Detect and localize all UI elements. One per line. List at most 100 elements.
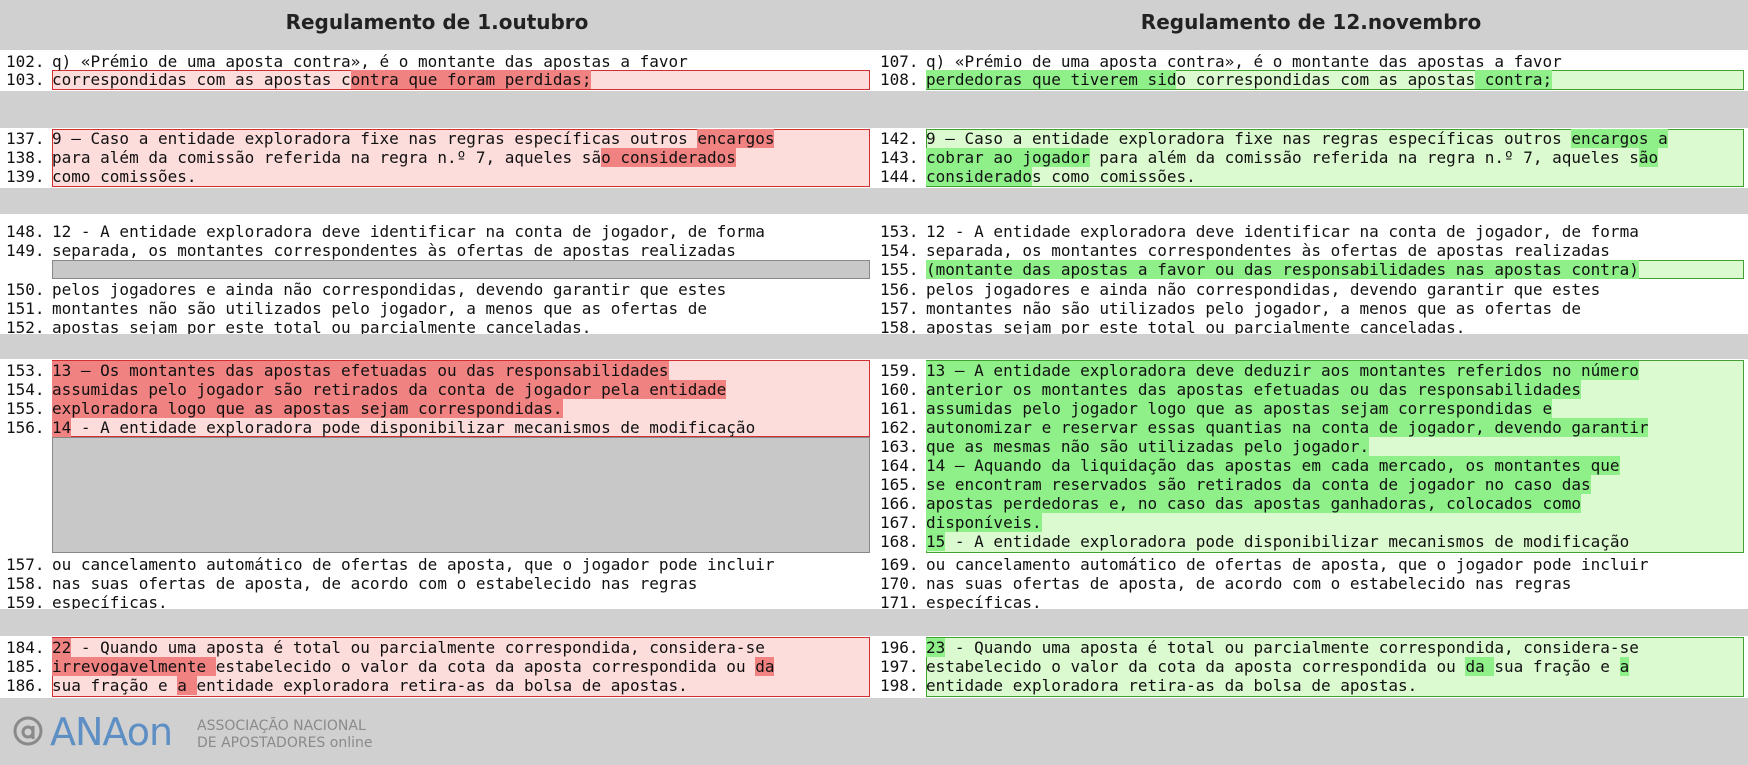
line-text: autonomizar e reservar essas quantias na… xyxy=(926,418,1649,437)
diff-line-added: 163. que as mesmas não são utilizadas pel… xyxy=(874,437,1748,456)
line-number: 162. xyxy=(880,418,919,437)
line-text: irrevogavelmente estabelecido o valor da… xyxy=(52,657,775,676)
diff-line-added: 144. considerados como comissões. xyxy=(874,167,1748,186)
header: Regulamento de 1.outubro Regulamento de … xyxy=(0,0,1748,50)
line-number: 159. xyxy=(6,593,45,609)
line-text: montantes não são utilizados pelo jogado… xyxy=(926,299,1582,318)
diff-line-removed: 156. 14 - A entidade exploradora pode dis… xyxy=(0,418,874,437)
line-text: considerados como comissões. xyxy=(926,167,1196,186)
added-text-highlight: ão xyxy=(1638,148,1659,167)
right-pane: 196. 23 - Quando uma aposta é total ou pa… xyxy=(874,636,1748,698)
left-pane: 153. 13 – Os montantes das apostas efetua… xyxy=(0,359,874,609)
removed-text-highlight: – Os montantes das apostas efetuadas ou … xyxy=(71,361,669,380)
line-text: assumidas pelo jogador logo que as apost… xyxy=(926,399,1553,418)
line-text: 23 - Quando uma aposta é total ou parcia… xyxy=(926,638,1639,657)
line-number: 150. xyxy=(6,280,45,299)
diff-line-added: 167. disponíveis. xyxy=(874,513,1748,532)
line-text: 22 - Quando uma aposta é total ou parcia… xyxy=(52,638,765,657)
removed-text-highlight: 14 xyxy=(52,418,72,437)
line-number: 165. xyxy=(880,475,919,494)
diff-line-added: 196. 23 - Quando uma aposta é total ou pa… xyxy=(874,638,1748,657)
line-number: 148. xyxy=(6,222,45,241)
line-number: 103. xyxy=(6,70,45,89)
added-text-highlight: a xyxy=(1619,657,1630,676)
diff-line-removed: 186. sua fração e a entidade exploradora … xyxy=(0,676,874,695)
line-number: 154. xyxy=(880,241,919,260)
diff-line-added: 162. autonomizar e reservar essas quantia… xyxy=(874,418,1748,437)
diff-hunk: 102. q) «Prémio de uma aposta contra», é … xyxy=(0,50,1748,91)
added-text-highlight: contra; xyxy=(1475,70,1553,89)
line-text: 12 - A entidade exploradora deve identif… xyxy=(52,222,765,241)
diff-line: 169. ou cancelamento automático de oferta… xyxy=(874,555,1748,574)
line-text: estabelecido o valor da cota da aposta c… xyxy=(926,657,1630,676)
removed-text-highlight: assumidas pelo jogador são retirados da … xyxy=(52,380,727,399)
line-number: 196. xyxy=(880,638,919,657)
diff-line-added: 161. assumidas pelo jogador logo que as a… xyxy=(874,399,1748,418)
brand-logo-subtitle: ASSOCIAÇÃO NACIONAL DE APOSTADORES onlin… xyxy=(197,718,372,752)
removed-text-highlight: 13 xyxy=(52,361,72,380)
line-text: ou cancelamento automático de ofertas de… xyxy=(926,555,1649,574)
removed-text-highlight: 22 xyxy=(52,638,72,657)
line-text: perdedoras que tiverem sido correspondid… xyxy=(926,70,1553,89)
line-text: anterior os montantes das apostas efetua… xyxy=(926,380,1582,399)
diff-line-added: 197. estabelecido o valor da cota da apos… xyxy=(874,657,1748,676)
line-number: 164. xyxy=(880,456,919,475)
removed-text-highlight: irrevogavelmente xyxy=(52,657,216,676)
brand-subtitle-line-1: ASSOCIAÇÃO NACIONAL xyxy=(197,718,366,734)
line-text: exploradora logo que as apostas sejam co… xyxy=(52,399,563,418)
left-pane: 148. 12 - A entidade exploradora deve ide… xyxy=(0,214,874,334)
line-number: 156. xyxy=(6,418,45,437)
right-pane: 142. 9 – Caso a entidade exploradora fixe… xyxy=(874,128,1748,188)
right-pane: 153. 12 - A entidade exploradora deve ide… xyxy=(874,214,1748,334)
line-text: separada, os montantes correspondentes à… xyxy=(926,241,1610,260)
line-number: 158. xyxy=(6,574,45,593)
diff-line: 157. montantes não são utilizados pelo jo… xyxy=(874,299,1748,318)
diff-line: 156. pelos jogadores e ainda não correspo… xyxy=(874,280,1748,299)
line-number: 157. xyxy=(6,555,45,574)
line-text: q) «Prémio de uma aposta contra», é o mo… xyxy=(52,52,688,71)
diff-line-added: 198. entidade exploradora retira-as da bo… xyxy=(874,676,1748,695)
removed-text-highlight: o considerados xyxy=(601,148,736,167)
line-text: 14 - A entidade exploradora pode disponi… xyxy=(52,418,756,437)
brand-subtitle-line-2: DE APOSTADORES online xyxy=(197,735,373,751)
line-number: 153. xyxy=(6,361,45,380)
line-text: (montante das apostas a favor ou das res… xyxy=(926,260,1639,279)
filler-block xyxy=(52,437,870,553)
diff-line: 157. ou cancelamento automático de oferta… xyxy=(0,555,874,574)
line-number: 155. xyxy=(6,399,45,418)
line-number: 160. xyxy=(880,380,919,399)
diff-line: 150. pelos jogadores e ainda não correspo… xyxy=(0,280,874,299)
added-text-highlight: considerado xyxy=(926,167,1032,186)
added-text-highlight: 13 xyxy=(926,361,946,380)
diff-line: 152. apostas sejam por este total ou parc… xyxy=(0,318,874,334)
diff-hunk: 153. 13 – Os montantes das apostas efetua… xyxy=(0,359,1748,609)
line-text: apostas perdedoras e, no caso das aposta… xyxy=(926,494,1582,513)
added-text-highlight: autonomizar e reservar essas quantias na… xyxy=(926,418,1649,437)
line-number: 149. xyxy=(6,241,45,260)
line-text: que as mesmas não são utilizadas pelo jo… xyxy=(926,437,1370,456)
diff-line-removed: 137. 9 – Caso a entidade exploradora fixe… xyxy=(0,129,874,148)
diff-line-added: 108. perdedoras que tiverem sido correspo… xyxy=(874,70,1748,89)
line-text: montantes não são utilizados pelo jogado… xyxy=(52,299,708,318)
added-text-highlight: – A entidade exploradora deve deduzir ao… xyxy=(945,361,1639,380)
line-text: disponíveis. xyxy=(926,513,1042,532)
right-pane: 159. 13 – A entidade exploradora deve ded… xyxy=(874,359,1748,609)
line-number: 169. xyxy=(880,555,919,574)
line-number: 107. xyxy=(880,52,919,71)
diff-line-removed: 103. correspondidas com as apostas contra… xyxy=(0,70,874,89)
line-number: 156. xyxy=(880,280,919,299)
added-text-highlight: (montante das apostas a favor ou das res… xyxy=(926,260,1639,279)
added-text-highlight: assumidas pelo jogador logo que as apost… xyxy=(926,399,1553,418)
line-number: 155. xyxy=(880,260,919,279)
line-text: correspondidas com as apostas contra que… xyxy=(52,70,592,89)
line-text: 14 – Aquando da liquidação das apostas e… xyxy=(926,456,1620,475)
removed-text-highlight: a xyxy=(177,676,197,695)
line-number: 102. xyxy=(6,52,45,71)
line-number: 159. xyxy=(880,361,919,380)
diff-line-added: 165. se encontram reservados são retirado… xyxy=(874,475,1748,494)
line-number: 137. xyxy=(6,129,45,148)
line-number: 184. xyxy=(6,638,45,657)
diff-line-added: 142. 9 – Caso a entidade exploradora fixe… xyxy=(874,129,1748,148)
at-sign-logo-icon xyxy=(13,716,43,746)
line-number: 152. xyxy=(6,318,45,334)
